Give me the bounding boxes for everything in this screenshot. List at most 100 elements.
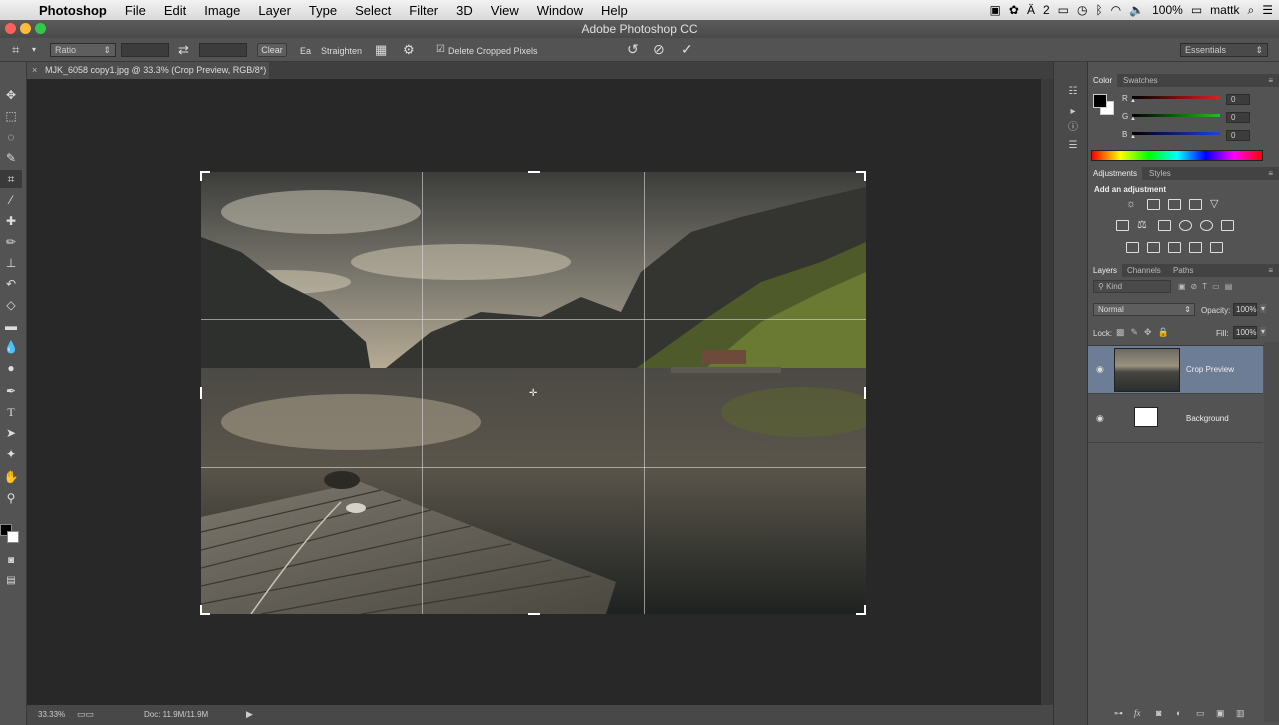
levels-icon[interactable] (1147, 199, 1160, 210)
tab-adjustments[interactable]: Adjustments (1088, 167, 1143, 180)
brush-tool-icon[interactable]: ✏ (0, 233, 22, 251)
posterize-icon[interactable] (1147, 242, 1160, 253)
menu-select[interactable]: Select (346, 3, 400, 18)
properties-icon[interactable]: ☰ (1066, 140, 1080, 154)
crop-handle-bottom-left[interactable] (200, 605, 202, 615)
minimize-window-icon[interactable] (20, 23, 31, 34)
chevron-down-icon[interactable]: ▾ (1260, 327, 1267, 336)
curves-icon[interactable] (1168, 199, 1181, 210)
link-layers-icon[interactable]: ⊶ (1114, 708, 1123, 719)
crop-handle-top[interactable] (528, 171, 540, 173)
volume-icon[interactable]: 🔈 (1129, 3, 1144, 17)
menu-help[interactable]: Help (592, 3, 637, 18)
slider-handle-icon[interactable]: ▲ (1130, 134, 1136, 140)
tab-swatches[interactable]: Swatches (1118, 74, 1163, 87)
new-group-icon[interactable]: ▭ (1196, 708, 1205, 719)
visibility-eye-icon[interactable]: ◉ (1096, 413, 1104, 424)
close-tab-icon[interactable]: × (32, 62, 37, 79)
crop-tool-icon[interactable]: ⌗ (0, 170, 22, 188)
lock-icons[interactable]: ▩✎✥🔒 (1116, 327, 1175, 338)
gear-icon[interactable]: ⚙ (403, 42, 415, 58)
new-layer-icon[interactable]: ▣ (1216, 708, 1225, 719)
zoom-tool-icon[interactable]: ⚲ (0, 489, 22, 507)
hand-tool-icon[interactable]: ✋ (0, 468, 22, 486)
chevron-down-icon[interactable]: ▾ (1260, 304, 1267, 313)
exposure-icon[interactable] (1189, 199, 1202, 210)
blend-mode-select[interactable]: Normal ⇕ (1093, 303, 1195, 316)
path-select-tool-icon[interactable]: ➤ (0, 424, 22, 442)
workspace-select[interactable]: Essentials ⇕ (1180, 43, 1268, 57)
crop-handle-right[interactable] (864, 387, 866, 399)
eraser-tool-icon[interactable]: ◇ (0, 296, 22, 314)
history-icon[interactable]: ☷ (1066, 86, 1080, 100)
cancel-icon[interactable]: ⊘ (653, 41, 665, 58)
crop-handle-top-left[interactable] (200, 171, 202, 181)
slider-handle-icon[interactable]: ▲ (1130, 116, 1136, 122)
commit-icon[interactable]: ✓ (681, 41, 693, 58)
camera-icon[interactable]: ▣ (990, 3, 1001, 17)
swap-icon[interactable]: ⇄ (178, 42, 189, 58)
delete-cropped-checkbox[interactable]: ☑ (436, 44, 445, 55)
marquee-tool-icon[interactable]: ⬚ (0, 107, 22, 125)
hue-saturation-icon[interactable] (1116, 220, 1129, 231)
status-menu-icon[interactable]: ▶ (246, 709, 253, 720)
tab-channels[interactable]: Channels (1122, 264, 1166, 277)
fill-input[interactable]: 100% (1233, 326, 1257, 339)
photo-filter-icon[interactable] (1179, 220, 1192, 231)
channel-mixer-icon[interactable] (1200, 220, 1213, 231)
channel-value-input[interactable]: 0 (1226, 112, 1250, 123)
gradient-tool-icon[interactable]: ▬ (0, 317, 22, 335)
opacity-input[interactable]: 100% (1233, 303, 1257, 316)
slider-handle-icon[interactable]: ▲ (1130, 98, 1136, 104)
menu-filter[interactable]: Filter (400, 3, 447, 18)
layer-mask-icon[interactable]: ◙ (1156, 708, 1161, 718)
width-input[interactable] (121, 43, 169, 57)
crop-handle-bottom[interactable] (528, 613, 540, 615)
trash-icon[interactable]: ▥ (1236, 708, 1245, 719)
tab-color[interactable]: Color (1088, 74, 1118, 87)
height-input[interactable] (199, 43, 247, 57)
zoom-level[interactable]: 33.33% (38, 710, 65, 719)
airplay-icon[interactable]: ▭ (1058, 3, 1069, 17)
quick-mask-icon[interactable]: ◙ (0, 552, 22, 570)
adobe-icon[interactable]: Ä (1027, 3, 1035, 17)
menu-window[interactable]: Window (528, 3, 592, 18)
tab-styles[interactable]: Styles (1144, 167, 1176, 180)
channel-slider[interactable] (1132, 96, 1220, 99)
gradient-map-icon[interactable] (1210, 242, 1223, 253)
sync-icon[interactable]: ✿ (1009, 3, 1019, 17)
wifi-icon[interactable]: ◠ (1111, 3, 1121, 17)
crop-handle-top-right[interactable] (864, 171, 866, 181)
blur-tool-icon[interactable]: 💧 (0, 338, 22, 356)
close-window-icon[interactable] (5, 23, 16, 34)
channel-value-input[interactable]: 0 (1226, 130, 1250, 141)
status-icon[interactable]: ▭▭ (77, 709, 94, 720)
shape-tool-icon[interactable]: ✦ (0, 445, 22, 463)
info-icon[interactable]: ⓘ (1066, 118, 1080, 133)
visibility-eye-icon[interactable]: ◉ (1096, 364, 1104, 375)
black-white-icon[interactable] (1158, 220, 1171, 231)
adjustment-layer-icon[interactable]: ◐ (1176, 708, 1181, 718)
battery-icon[interactable]: ▭ (1191, 3, 1202, 17)
color-balance-icon[interactable]: ⚖ (1137, 220, 1150, 231)
bluetooth-icon[interactable]: ᛒ (1095, 3, 1102, 17)
search-icon[interactable]: ⌕ (1248, 3, 1255, 18)
channel-slider[interactable] (1132, 114, 1220, 117)
threshold-icon[interactable] (1168, 242, 1181, 253)
channel-slider[interactable] (1132, 132, 1220, 135)
crop-handle-left[interactable] (200, 387, 202, 399)
document-tab[interactable]: × MJK_6058 copy1.jpg @ 33.3% (Crop Previe… (27, 62, 269, 79)
channel-value-input[interactable]: 0 (1226, 94, 1250, 105)
crop-handle-bottom-right[interactable] (864, 605, 866, 615)
color-lookup-icon[interactable] (1221, 220, 1234, 231)
preset-dropdown-icon[interactable]: ▾ (32, 45, 36, 54)
straighten-icon[interactable]: Ea (300, 46, 311, 56)
panel-menu-icon[interactable]: ≡ (1263, 167, 1278, 180)
background-color-swatch[interactable] (7, 531, 19, 543)
layer-row[interactable]: ◉ Background (1088, 395, 1263, 443)
ratio-select[interactable]: Ratio ⇕ (50, 43, 116, 57)
tab-paths[interactable]: Paths (1168, 264, 1198, 277)
screen-mode-icon[interactable]: ▤ (0, 572, 22, 590)
stamp-tool-icon[interactable]: ⊥ (0, 254, 22, 272)
menu-layer[interactable]: Layer (249, 3, 300, 18)
